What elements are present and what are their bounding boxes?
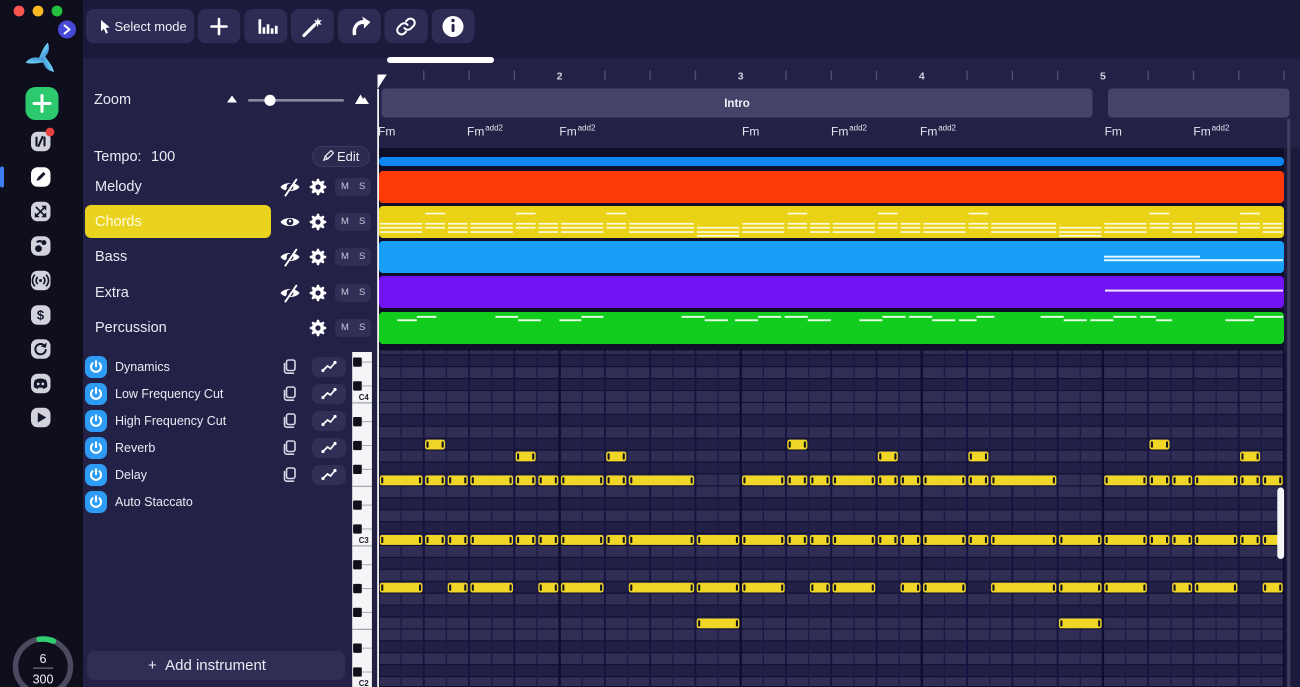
svg-text:C2: C2 — [359, 679, 370, 687]
svg-text:C4: C4 — [359, 393, 370, 402]
svg-text:C3: C3 — [359, 536, 370, 545]
